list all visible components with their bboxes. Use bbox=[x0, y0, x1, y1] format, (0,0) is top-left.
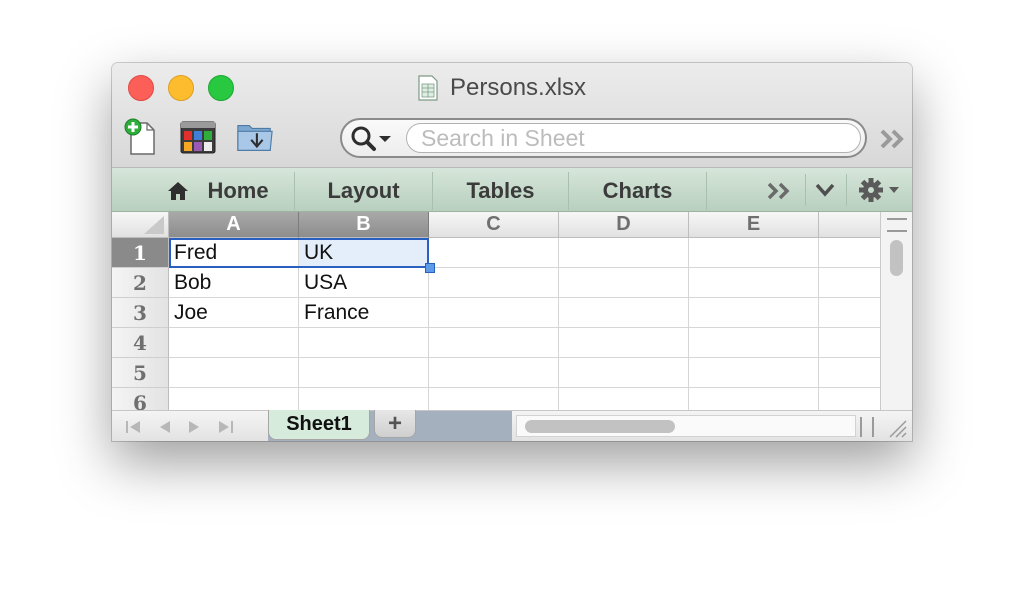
search-options[interactable] bbox=[348, 124, 396, 152]
cell-c3[interactable] bbox=[429, 298, 559, 328]
spreadsheet-window: Persons.xlsx Search in Sheet Home Layout… bbox=[112, 63, 912, 441]
row-header-3[interactable]: 3 bbox=[112, 298, 169, 328]
tab-tables-label: Tables bbox=[466, 178, 535, 203]
ribbon-overflow-icon[interactable] bbox=[766, 182, 794, 200]
tab-charts-label: Charts bbox=[602, 178, 673, 203]
cell-a4[interactable] bbox=[169, 328, 299, 358]
cell-a6[interactable] bbox=[169, 388, 299, 410]
cell-d2[interactable] bbox=[559, 268, 689, 298]
vertical-scroll-thumb[interactable] bbox=[890, 240, 903, 276]
tab-tables[interactable]: Tables bbox=[433, 172, 569, 210]
cell-b5[interactable] bbox=[299, 358, 429, 388]
gallery-icon[interactable] bbox=[179, 117, 217, 157]
cell-b3[interactable]: France bbox=[299, 298, 429, 328]
cell-e2[interactable] bbox=[689, 268, 819, 298]
cell-e4[interactable] bbox=[689, 328, 819, 358]
tab-layout[interactable]: Layout bbox=[295, 172, 433, 210]
cell-e3[interactable] bbox=[689, 298, 819, 328]
tab-home[interactable]: Home bbox=[112, 172, 295, 210]
cell-e5[interactable] bbox=[689, 358, 819, 388]
tab-home-label: Home bbox=[207, 178, 269, 203]
sheet-footer: Sheet1 + bbox=[112, 410, 912, 441]
title-bar: Persons.xlsx bbox=[112, 63, 912, 168]
cell-b2[interactable]: USA bbox=[299, 268, 429, 298]
next-sheet-icon[interactable] bbox=[186, 419, 202, 435]
cell-c4[interactable] bbox=[429, 328, 559, 358]
column-header-c[interactable]: C bbox=[429, 212, 559, 238]
minimize-window-button[interactable] bbox=[168, 75, 194, 101]
cell-e1[interactable] bbox=[689, 238, 819, 268]
row-header-5[interactable]: 5 bbox=[112, 358, 169, 388]
split-handle-icon[interactable] bbox=[860, 417, 874, 437]
cell-e6[interactable] bbox=[689, 388, 819, 410]
open-folder-icon[interactable] bbox=[236, 117, 274, 157]
select-all-corner[interactable] bbox=[112, 212, 169, 238]
cell-f5[interactable] bbox=[819, 358, 880, 388]
selection-border bbox=[169, 238, 429, 268]
zoom-window-button[interactable] bbox=[208, 75, 234, 101]
cell-d3[interactable] bbox=[559, 298, 689, 328]
home-icon bbox=[168, 182, 189, 200]
sheet-grid[interactable]: ABCDE 123456 Fred UK Bob USA Joe France bbox=[112, 212, 880, 410]
horizontal-scrollbar[interactable] bbox=[516, 415, 856, 437]
cell-f1[interactable] bbox=[819, 238, 880, 268]
horizontal-scroll-thumb[interactable] bbox=[525, 420, 675, 433]
sheet-tab[interactable]: Sheet1 bbox=[268, 410, 370, 440]
last-sheet-icon[interactable] bbox=[215, 419, 235, 435]
cell-d6[interactable] bbox=[559, 388, 689, 410]
previous-sheet-icon[interactable] bbox=[157, 419, 173, 435]
first-sheet-icon[interactable] bbox=[124, 419, 144, 435]
cell-a3[interactable]: Joe bbox=[169, 298, 299, 328]
close-window-button[interactable] bbox=[128, 75, 154, 101]
spreadsheet-file-icon bbox=[418, 75, 438, 101]
cell-c5[interactable] bbox=[429, 358, 559, 388]
cell-c2[interactable] bbox=[429, 268, 559, 298]
search-icon bbox=[351, 126, 391, 151]
column-header-e[interactable]: E bbox=[689, 212, 819, 238]
double-chevron-icon[interactable] bbox=[878, 127, 908, 151]
select-all-triangle-icon bbox=[144, 216, 164, 234]
search-input[interactable] bbox=[406, 123, 861, 153]
sheet-tab-label: Sheet1 bbox=[286, 413, 352, 435]
gear-icon[interactable] bbox=[857, 177, 905, 203]
split-handle-icon[interactable] bbox=[887, 218, 907, 232]
column-header-b[interactable]: B bbox=[299, 212, 429, 238]
window-title: Persons.xlsx bbox=[418, 73, 586, 103]
cell-a5[interactable] bbox=[169, 358, 299, 388]
cell-d1[interactable] bbox=[559, 238, 689, 268]
cell-c6[interactable] bbox=[429, 388, 559, 410]
tab-charts[interactable]: Charts bbox=[569, 172, 707, 210]
cell-c1[interactable] bbox=[429, 238, 559, 268]
window-title-text: Persons.xlsx bbox=[450, 74, 587, 101]
column-header-d[interactable]: D bbox=[559, 212, 689, 238]
cell-b6[interactable] bbox=[299, 388, 429, 410]
tab-layout-label: Layout bbox=[327, 178, 400, 203]
row-header-4[interactable]: 4 bbox=[112, 328, 169, 358]
resize-grip-icon[interactable] bbox=[886, 417, 908, 439]
cell-a2[interactable]: Bob bbox=[169, 268, 299, 298]
add-sheet-button[interactable]: + bbox=[374, 410, 416, 438]
cell-d4[interactable] bbox=[559, 328, 689, 358]
row-header-2[interactable]: 2 bbox=[112, 268, 169, 298]
row-header-6[interactable]: 6 bbox=[112, 388, 169, 410]
fill-handle[interactable] bbox=[425, 263, 435, 273]
cell-f2[interactable] bbox=[819, 268, 880, 298]
ribbon-bar: Home Layout Tables Charts bbox=[112, 168, 912, 212]
chevron-down-icon[interactable] bbox=[814, 182, 836, 198]
search-box bbox=[340, 118, 867, 158]
cell-d5[interactable] bbox=[559, 358, 689, 388]
add-sheet-label: + bbox=[387, 409, 402, 437]
sheet-nav bbox=[112, 411, 247, 441]
cell-f6[interactable] bbox=[819, 388, 880, 410]
cell-b4[interactable] bbox=[299, 328, 429, 358]
row-header-1[interactable]: 1 bbox=[112, 238, 169, 268]
cell-f3[interactable] bbox=[819, 298, 880, 328]
chevron-down-icon bbox=[379, 136, 391, 142]
column-header-partial[interactable] bbox=[819, 212, 880, 238]
cell-f4[interactable] bbox=[819, 328, 880, 358]
vertical-scrollbar[interactable] bbox=[880, 212, 912, 410]
column-header-a[interactable]: A bbox=[169, 212, 299, 238]
new-document-icon[interactable] bbox=[122, 117, 160, 157]
